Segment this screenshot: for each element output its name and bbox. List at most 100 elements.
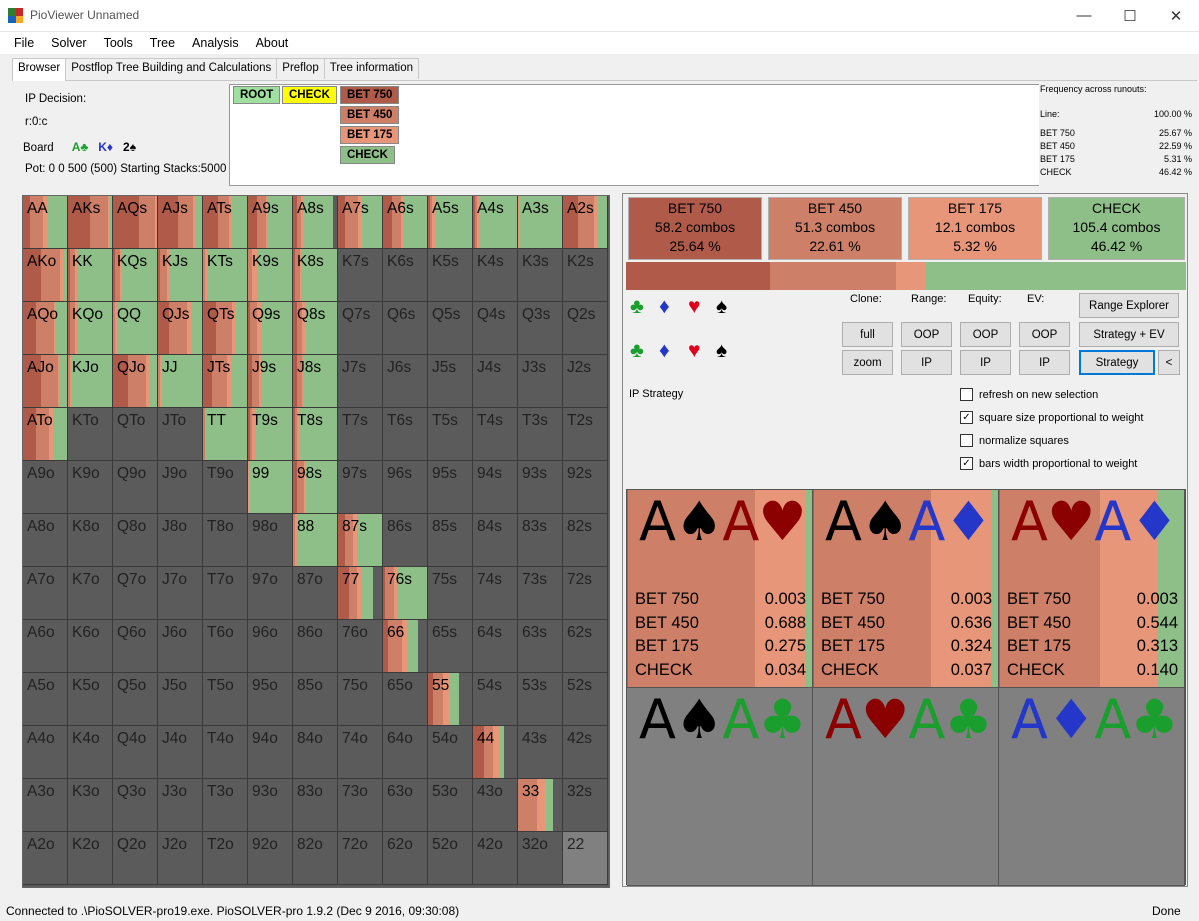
- hand-cell[interactable]: J9s: [248, 355, 293, 408]
- hand-cell[interactable]: 63o: [383, 779, 428, 832]
- hand-cell[interactable]: 33: [518, 779, 563, 832]
- hand-cell[interactable]: Q2s: [563, 302, 608, 355]
- zoom-button[interactable]: zoom: [842, 350, 893, 375]
- hand-cell[interactable]: 98o: [248, 514, 293, 567]
- hand-cell[interactable]: KJo: [68, 355, 113, 408]
- hand-cell[interactable]: 54s: [473, 673, 518, 726]
- hand-cell[interactable]: Q5o: [113, 673, 158, 726]
- hand-cell[interactable]: 54o: [428, 726, 473, 779]
- tab-postflop-tree[interactable]: Postflop Tree Building and Calculations: [65, 58, 278, 79]
- tree-node-check-action[interactable]: CHECK: [340, 146, 395, 164]
- hand-cell[interactable]: Q5s: [428, 302, 473, 355]
- tree-node-check[interactable]: CHECK: [282, 86, 337, 104]
- spade-icon[interactable]: ♠: [716, 340, 727, 362]
- hand-cell[interactable]: 65s: [428, 620, 473, 673]
- hand-cell[interactable]: 32s: [563, 779, 608, 832]
- maximize-icon[interactable]: ☐: [1107, 0, 1153, 31]
- hand-cell[interactable]: A8o: [23, 514, 68, 567]
- hand-cell[interactable]: K9o: [68, 461, 113, 514]
- hand-cell[interactable]: 73o: [338, 779, 383, 832]
- hand-cell[interactable]: ATs: [203, 196, 248, 249]
- ev-ip-button[interactable]: IP: [1019, 350, 1070, 375]
- hand-cell[interactable]: 86o: [293, 620, 338, 673]
- hand-cell[interactable]: 76o: [338, 620, 383, 673]
- hand-cell[interactable]: 75o: [338, 673, 383, 726]
- hand-cell[interactable]: KQs: [113, 249, 158, 302]
- hand-cell[interactable]: 53o: [428, 779, 473, 832]
- hand-cell[interactable]: 87o: [293, 567, 338, 620]
- hand-cell[interactable]: J3o: [158, 779, 203, 832]
- hand-cell[interactable]: 97s: [338, 461, 383, 514]
- hand-cell[interactable]: 42s: [563, 726, 608, 779]
- hand-cell[interactable]: Q3s: [518, 302, 563, 355]
- hand-cell[interactable]: 65o: [383, 673, 428, 726]
- hand-cell[interactable]: A9o: [23, 461, 68, 514]
- hand-cell[interactable]: A7o: [23, 567, 68, 620]
- hand-cell[interactable]: J7s: [338, 355, 383, 408]
- hand-cell[interactable]: 43s: [518, 726, 563, 779]
- hand-cell[interactable]: 94s: [473, 461, 518, 514]
- hand-cell[interactable]: 86s: [383, 514, 428, 567]
- hand-cell[interactable]: T3s: [518, 408, 563, 461]
- diamond-icon[interactable]: ♦: [659, 340, 670, 362]
- heart-icon[interactable]: ♥: [688, 340, 700, 362]
- hand-cell[interactable]: 52s: [563, 673, 608, 726]
- hand-cell[interactable]: 82o: [293, 832, 338, 885]
- hand-cell[interactable]: K5s: [428, 249, 473, 302]
- ev-oop-button[interactable]: OOP: [1019, 322, 1070, 347]
- hand-cell[interactable]: 85s: [428, 514, 473, 567]
- hand-cell[interactable]: ATo: [23, 408, 68, 461]
- hand-cell[interactable]: J8o: [158, 514, 203, 567]
- tree-node-bet-750[interactable]: BET 750: [340, 86, 400, 104]
- tree-node-root[interactable]: ROOT: [233, 86, 281, 104]
- menu-file[interactable]: File: [7, 33, 41, 53]
- hand-cell[interactable]: 83o: [293, 779, 338, 832]
- hand-cell[interactable]: QQ: [113, 302, 158, 355]
- hand-cell[interactable]: 83s: [518, 514, 563, 567]
- hand-cell[interactable]: K4s: [473, 249, 518, 302]
- checkbox-box[interactable]: ✓: [960, 457, 973, 470]
- hand-cell[interactable]: A5s: [428, 196, 473, 249]
- hand-cell[interactable]: T2o: [203, 832, 248, 885]
- range-oop-button[interactable]: OOP: [901, 322, 952, 347]
- hand-cell[interactable]: 99: [248, 461, 293, 514]
- hand-cell[interactable]: QTs: [203, 302, 248, 355]
- hand-cell[interactable]: J3s: [518, 355, 563, 408]
- hand-cell[interactable]: Q2o: [113, 832, 158, 885]
- hand-cell[interactable]: K8o: [68, 514, 113, 567]
- hand-cell[interactable]: A2o: [23, 832, 68, 885]
- tree-node-bet-450[interactable]: BET 450: [340, 106, 400, 124]
- range-explorer-button[interactable]: Range Explorer: [1079, 293, 1179, 318]
- equity-ip-button[interactable]: IP: [960, 350, 1011, 375]
- normalize-checkbox[interactable]: normalize squares: [960, 434, 1069, 447]
- tab-browser[interactable]: Browser: [12, 58, 67, 81]
- hand-cell[interactable]: AA: [23, 196, 68, 249]
- hand-cell[interactable]: A3o: [23, 779, 68, 832]
- hand-cell[interactable]: AJs: [158, 196, 203, 249]
- hand-cell[interactable]: K7s: [338, 249, 383, 302]
- hand-cell[interactable]: J8s: [293, 355, 338, 408]
- heart-icon[interactable]: ♥: [688, 296, 700, 318]
- hand-cell[interactable]: 72s: [563, 567, 608, 620]
- hand-cell[interactable]: KTo: [68, 408, 113, 461]
- hand-cell[interactable]: Q9s: [248, 302, 293, 355]
- hand-cell[interactable]: T9s: [248, 408, 293, 461]
- hand-cell[interactable]: J7o: [158, 567, 203, 620]
- hand-cell[interactable]: 92o: [248, 832, 293, 885]
- hand-cell[interactable]: 64s: [473, 620, 518, 673]
- hand-cell[interactable]: A7s: [338, 196, 383, 249]
- hand-cell[interactable]: K6s: [383, 249, 428, 302]
- hand-cell[interactable]: J9o: [158, 461, 203, 514]
- hand-cell[interactable]: J5s: [428, 355, 473, 408]
- hand-cell[interactable]: 52o: [428, 832, 473, 885]
- hand-cell[interactable]: 98s: [293, 461, 338, 514]
- hand-cell[interactable]: J2o: [158, 832, 203, 885]
- hand-cell[interactable]: 44: [473, 726, 518, 779]
- hand-cell[interactable]: AKs: [68, 196, 113, 249]
- hand-cell[interactable]: Q9o: [113, 461, 158, 514]
- hand-cell[interactable]: 94o: [248, 726, 293, 779]
- hand-cell[interactable]: T4s: [473, 408, 518, 461]
- hand-cell[interactable]: 42o: [473, 832, 518, 885]
- hand-cell[interactable]: J4s: [473, 355, 518, 408]
- hand-cell[interactable]: 77: [338, 567, 383, 620]
